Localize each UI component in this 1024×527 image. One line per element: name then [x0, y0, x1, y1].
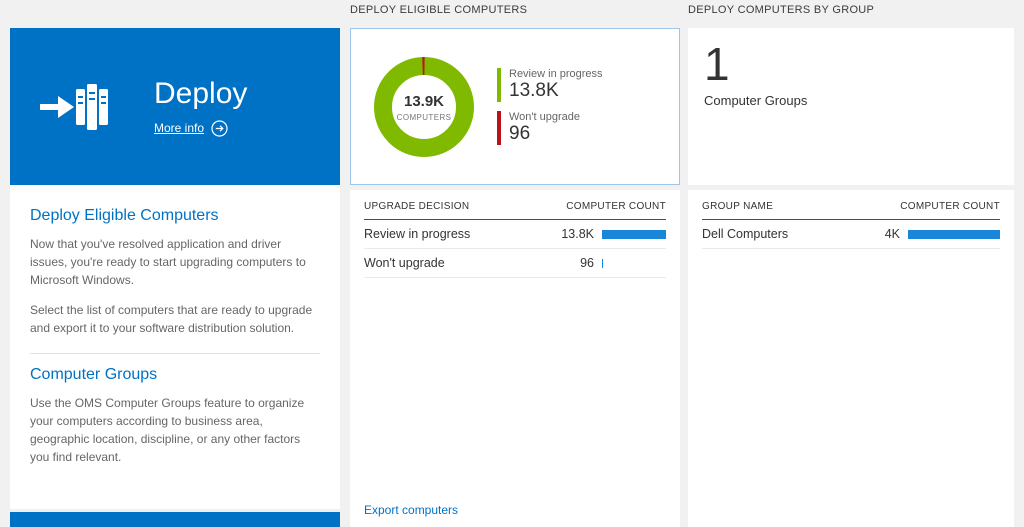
column-header-group-name: GROUP NAME: [702, 201, 773, 212]
legend-item-wont-upgrade: Won't upgrade 96: [497, 111, 603, 145]
computers-by-group-header: DEPLOY COMPUTERS BY GROUP: [688, 4, 874, 16]
section-paragraph: Use the OMS Computer Groups feature to o…: [30, 394, 320, 466]
table-row[interactable]: Dell Computers 4K: [702, 220, 1000, 249]
legend-value: 96: [509, 124, 603, 145]
row-value: 96: [554, 256, 594, 270]
count-bar: [908, 230, 1000, 239]
section-heading-eligible: Deploy Eligible Computers: [30, 207, 320, 225]
legend-label: Won't upgrade: [509, 111, 603, 123]
table-row[interactable]: Won't upgrade 96: [364, 249, 666, 278]
left-column: Deploy More info Deploy Eligible Compute…: [10, 0, 340, 527]
arrow-circle-icon: [211, 120, 228, 137]
eligible-computers-column: DEPLOY ELIGIBLE COMPUTERS 13.9K COMPUTER…: [350, 0, 680, 527]
table-header-row: GROUP NAME COMPUTER COUNT: [702, 190, 1000, 220]
row-value: 13.8K: [554, 227, 594, 241]
column-header-computer-count: COMPUTER COUNT: [900, 201, 1000, 212]
group-name-table: GROUP NAME COMPUTER COUNT Dell Computers…: [688, 190, 1014, 527]
group-count-label: Computer Groups: [704, 93, 998, 108]
column-header-computer-count: COMPUTER COUNT: [566, 201, 666, 212]
deploy-tile[interactable]: Deploy More info: [10, 28, 340, 185]
legend-label: Review in progress: [509, 68, 603, 80]
section-heading-groups: Computer Groups: [30, 366, 320, 384]
next-tile-partial: [10, 512, 340, 527]
row-value: 4K: [860, 227, 900, 241]
row-value-group: 96: [554, 256, 666, 270]
deploy-info-panel: Deploy Eligible Computers Now that you'v…: [10, 185, 340, 509]
computers-donut-chart: 13.9K COMPUTERS: [371, 54, 477, 160]
deploy-icon: [38, 75, 116, 139]
group-count-value: 1: [704, 38, 998, 91]
row-label: Review in progress: [364, 227, 470, 241]
count-bar: [602, 259, 603, 268]
row-value-group: 4K: [860, 227, 1000, 241]
section-paragraph: Now that you've resolved application and…: [30, 235, 320, 289]
computers-by-group-column: DEPLOY COMPUTERS BY GROUP 1 Computer Gro…: [688, 0, 1014, 527]
computer-groups-tile[interactable]: 1 Computer Groups: [688, 28, 1014, 185]
bar-track: [602, 230, 666, 239]
column-header-upgrade-decision: UPGRADE DECISION: [364, 201, 469, 212]
table-header-row: UPGRADE DECISION COMPUTER COUNT: [364, 190, 666, 220]
bar-track: [602, 259, 666, 268]
legend-item-review: Review in progress 13.8K: [497, 68, 603, 102]
bar-track: [908, 230, 1000, 239]
eligible-computers-header: DEPLOY ELIGIBLE COMPUTERS: [350, 4, 527, 16]
row-value-group: 13.8K: [554, 227, 666, 241]
donut-legend: Review in progress 13.8K Won't upgrade 9…: [497, 59, 603, 154]
deploy-tile-title: Deploy: [154, 77, 247, 110]
eligible-computers-tile[interactable]: 13.9K COMPUTERS Review in progress 13.8K…: [350, 28, 680, 185]
donut-center-value: 13.9K: [404, 93, 444, 110]
upgrade-decision-table: UPGRADE DECISION COMPUTER COUNT Review i…: [350, 190, 680, 527]
more-info-link[interactable]: More info: [154, 120, 247, 137]
table-row[interactable]: Review in progress 13.8K: [364, 220, 666, 249]
row-label: Won't upgrade: [364, 256, 445, 270]
count-bar: [602, 230, 666, 239]
row-label: Dell Computers: [702, 227, 788, 241]
more-info-label: More info: [154, 121, 204, 135]
export-computers-link[interactable]: Export computers: [364, 503, 458, 517]
legend-value: 13.8K: [509, 81, 603, 102]
section-divider: [30, 353, 320, 354]
donut-center-label: COMPUTERS: [397, 113, 452, 122]
deploy-dashboard: Deploy More info Deploy Eligible Compute…: [0, 0, 1024, 527]
section-paragraph: Select the list of computers that are re…: [30, 301, 320, 337]
deploy-tile-text: Deploy More info: [154, 77, 247, 137]
